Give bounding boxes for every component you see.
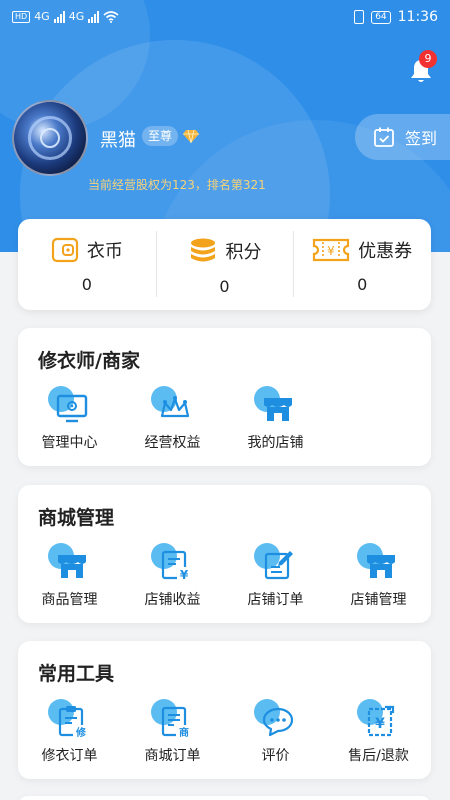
menu-label: 经营权益 xyxy=(144,435,201,451)
menu-my-store[interactable]: 我的店铺 xyxy=(224,386,327,452)
wifi-icon xyxy=(103,10,119,23)
section-tailor-merchant: 修衣师/商家 管理中心 经营权益 我的店铺 xyxy=(18,328,431,466)
stat-label: 优惠券 xyxy=(358,241,413,262)
menu-store-orders[interactable]: 店铺订单 xyxy=(224,543,327,609)
username: 黑猫 xyxy=(100,130,136,151)
vibrate-icon xyxy=(354,10,365,24)
menu-label: 管理中心 xyxy=(41,435,98,451)
store-icon xyxy=(366,555,395,578)
order-edit-icon xyxy=(264,551,293,580)
mall-order-icon: 商 xyxy=(161,706,192,739)
svg-text:¥: ¥ xyxy=(375,716,385,732)
stat-coins[interactable]: 衣币 0 xyxy=(18,219,156,310)
menu-business-rights[interactable]: 经营权益 xyxy=(121,386,224,452)
menu-label: 店铺订单 xyxy=(247,592,304,608)
svg-text:修: 修 xyxy=(75,726,87,739)
notification-badge: 9 xyxy=(419,50,437,68)
menu-store-income[interactable]: ¥ 店铺收益 xyxy=(121,543,224,609)
svg-text:¥: ¥ xyxy=(327,244,335,258)
menu-store-management[interactable]: 店铺管理 xyxy=(327,543,430,609)
menu-label: 店铺收益 xyxy=(144,592,201,608)
section-title: 常用工具 xyxy=(38,663,115,685)
stat-value: 0 xyxy=(81,275,92,294)
stat-label: 积分 xyxy=(225,242,262,263)
battery-icon: 64 xyxy=(371,10,391,24)
equity-rank-text: 当前经营股权为123，排名第321 xyxy=(88,178,266,192)
menu-after-sales-refund[interactable]: ¥ 售后/退款 xyxy=(327,699,430,765)
stat-value: 0 xyxy=(219,277,230,296)
vip-badge: 至尊 xyxy=(142,126,179,146)
clock: 11:36 xyxy=(397,9,438,25)
store-icon xyxy=(263,398,292,421)
crown-icon xyxy=(160,396,189,418)
menu-label: 修衣订单 xyxy=(41,748,98,764)
comment-icon xyxy=(262,707,293,737)
coupon-icon: ¥ xyxy=(313,238,350,262)
menu-product-management[interactable]: 商品管理 xyxy=(18,543,121,609)
repair-order-icon: 修 xyxy=(58,706,89,739)
signal-icon xyxy=(53,10,65,23)
avatar-art xyxy=(40,128,60,148)
coin-card-icon xyxy=(51,237,78,263)
section-mall-management: 商城管理 商品管理 ¥ 店铺收益 店铺订单 店铺管理 xyxy=(18,485,431,623)
section-title: 修衣师/商家 xyxy=(38,350,140,372)
network-type-1: 4G xyxy=(34,10,50,23)
menu-label: 评价 xyxy=(261,748,290,764)
diamond-icon xyxy=(183,129,199,143)
svg-text:¥: ¥ xyxy=(179,568,188,582)
section-title: 商城管理 xyxy=(38,507,115,529)
network-type-2: 4G xyxy=(68,10,85,23)
monitor-gear-icon xyxy=(56,394,87,423)
menu-repair-orders[interactable]: 修 修衣订单 xyxy=(18,699,121,765)
section-common-tools: 常用工具 修 修衣订单 商 商城订单 评价 ¥ 售后/退款 xyxy=(18,641,431,779)
stat-points[interactable]: 积分 0 xyxy=(155,219,294,310)
menu-label: 售后/退款 xyxy=(348,748,409,764)
income-doc-icon: ¥ xyxy=(161,550,191,582)
stat-value: 0 xyxy=(357,275,368,294)
avatar[interactable] xyxy=(12,100,88,176)
stat-coupons[interactable]: ¥ 优惠券 0 xyxy=(293,219,431,310)
refund-icon: ¥ xyxy=(367,705,394,737)
stat-label: 衣币 xyxy=(86,241,123,262)
wallet-stats-card: 衣币 0 积分 0 ¥ 优惠券 0 xyxy=(18,219,431,310)
store-icon xyxy=(57,555,86,578)
status-bar: HD 4G 4G 64 11:36 xyxy=(0,0,450,38)
menu-management-center[interactable]: 管理中心 xyxy=(18,386,121,452)
svg-text:商: 商 xyxy=(179,726,189,739)
menu-label: 商品管理 xyxy=(41,592,98,608)
menu-label: 我的店铺 xyxy=(247,435,304,451)
sign-in-button[interactable]: 签到 xyxy=(355,114,450,160)
points-stack-icon xyxy=(190,238,215,262)
calendar-check-icon xyxy=(374,127,394,147)
menu-reviews[interactable]: 评价 xyxy=(224,699,327,765)
section-next-partial xyxy=(18,796,431,800)
sign-in-label: 签到 xyxy=(405,129,438,148)
hd-icon: HD xyxy=(12,10,31,23)
menu-label: 商城订单 xyxy=(144,748,201,764)
signal-icon xyxy=(88,10,100,23)
menu-mall-orders[interactable]: 商 商城订单 xyxy=(121,699,224,765)
menu-label: 店铺管理 xyxy=(350,592,407,608)
